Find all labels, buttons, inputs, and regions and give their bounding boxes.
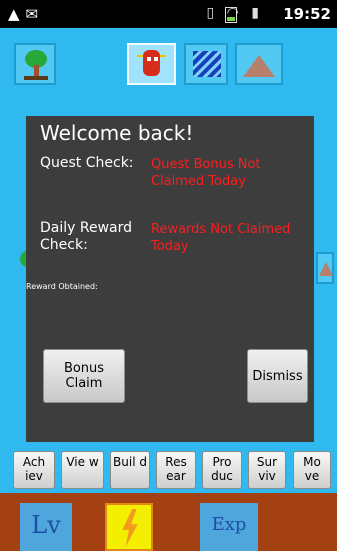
mountain-tile[interactable] [235, 43, 283, 85]
robot-eye-left [147, 57, 151, 61]
menu-view[interactable]: Vie w [61, 451, 104, 489]
energy-indicator[interactable] [105, 503, 153, 551]
menu-move[interactable]: Mo ve [293, 451, 331, 489]
water-tile[interactable] [184, 43, 228, 85]
daily-reward-status: Rewards Not Claimed Today [151, 222, 291, 254]
robot-icon [143, 50, 160, 76]
quest-check-label: Quest Check: [40, 155, 134, 171]
level-indicator[interactable]: Lv [20, 503, 72, 551]
menu-produce[interactable]: Pro duc [202, 451, 242, 489]
robot-arm-right [160, 55, 166, 57]
tree-base [24, 76, 48, 80]
resource-bar: Lv Exp [0, 493, 337, 551]
bonus-claim-button[interactable]: Bonus Claim [43, 349, 125, 403]
water-icon [193, 51, 221, 77]
welcome-dialog: Welcome back! Quest Check: Quest Bonus N… [26, 116, 314, 442]
robot-tile[interactable] [127, 43, 176, 85]
menu-build[interactable]: Buil d [110, 451, 150, 489]
dialog-title: Welcome back! [40, 121, 194, 145]
mountain-icon [319, 262, 333, 276]
tree-tile[interactable] [14, 43, 56, 85]
daily-reward-label: Daily Reward Check: [40, 220, 133, 253]
robot-eye-right [154, 57, 158, 61]
status-bar: ▲✉ ▯ ◠ ▮ 19:52 [0, 0, 337, 28]
robot-arm-left [137, 55, 143, 57]
exp-indicator[interactable]: Exp [200, 503, 258, 551]
battery-icon [225, 7, 237, 23]
status-time: 19:52 [283, 5, 331, 23]
reward-obtained-label: Reward Obtained: [26, 282, 98, 291]
lightning-icon [122, 509, 138, 547]
dismiss-button[interactable]: Dismiss [247, 349, 308, 403]
quest-check-status: Quest Bonus Not Claimed Today [151, 157, 261, 189]
mountain-tile [316, 252, 334, 284]
menu-survive[interactable]: Sur viv [248, 451, 286, 489]
notification-icons: ▲✉ [8, 5, 45, 23]
menu-achievements[interactable]: Ach iev [13, 451, 55, 489]
menu-research[interactable]: Res ear [156, 451, 196, 489]
mountain-icon [243, 55, 275, 77]
